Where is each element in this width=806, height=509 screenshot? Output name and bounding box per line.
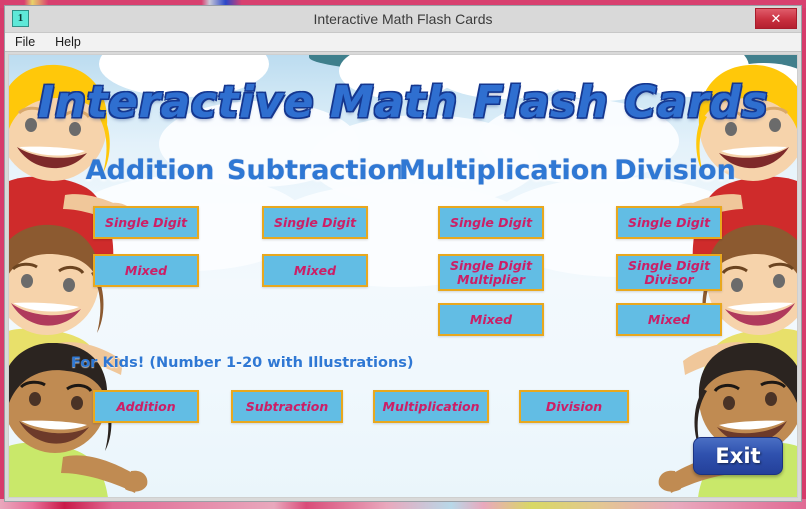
page-title: Interactive Math Flash Cards: [37, 77, 769, 128]
operation-headings: Addition Subtraction Multiplication Divi…: [9, 155, 797, 191]
heading-addition: Addition: [85, 155, 215, 186]
multiplication-single-digit-multiplier-button[interactable]: Single Digit Multiplier: [438, 254, 544, 291]
exit-button[interactable]: Exit: [693, 437, 783, 475]
heading-multiplication: Multiplication: [399, 155, 609, 186]
addition-mixed-button[interactable]: Mixed: [93, 254, 199, 287]
title-bar: 1 Interactive Math Flash Cards ✕: [5, 6, 801, 32]
menu-bar: File Help: [5, 32, 801, 52]
division-single-digit-button[interactable]: Single Digit: [616, 206, 722, 239]
heading-subtraction: Subtraction: [227, 155, 406, 186]
app-canvas: Interactive Math Flash Cards Addition Su…: [8, 54, 798, 498]
menu-item-file[interactable]: File: [15, 35, 35, 49]
subtraction-single-digit-button[interactable]: Single Digit: [262, 206, 368, 239]
app-icon: 1: [12, 10, 29, 27]
application-window: 1 Interactive Math Flash Cards ✕ File He…: [4, 5, 802, 502]
addition-single-digit-button[interactable]: Single Digit: [93, 206, 199, 239]
heading-division: Division: [614, 155, 736, 186]
window-title: Interactive Math Flash Cards: [313, 11, 493, 27]
multiplication-single-digit-button[interactable]: Single Digit: [438, 206, 544, 239]
division-single-digit-divisor-button[interactable]: Single Digit Divisor: [616, 254, 722, 291]
close-icon[interactable]: ✕: [755, 8, 797, 29]
kids-division-button[interactable]: Division: [519, 390, 629, 423]
division-mixed-button[interactable]: Mixed: [616, 303, 722, 336]
multiplication-mixed-button[interactable]: Mixed: [438, 303, 544, 336]
subtraction-mixed-button[interactable]: Mixed: [262, 254, 368, 287]
for-kids-label: For Kids! (Number 1-20 with Illustration…: [71, 355, 414, 371]
kids-subtraction-button[interactable]: Subtraction: [231, 390, 343, 423]
kids-multiplication-button[interactable]: Multiplication: [373, 390, 489, 423]
kids-addition-button[interactable]: Addition: [93, 390, 199, 423]
menu-item-help[interactable]: Help: [55, 35, 81, 49]
